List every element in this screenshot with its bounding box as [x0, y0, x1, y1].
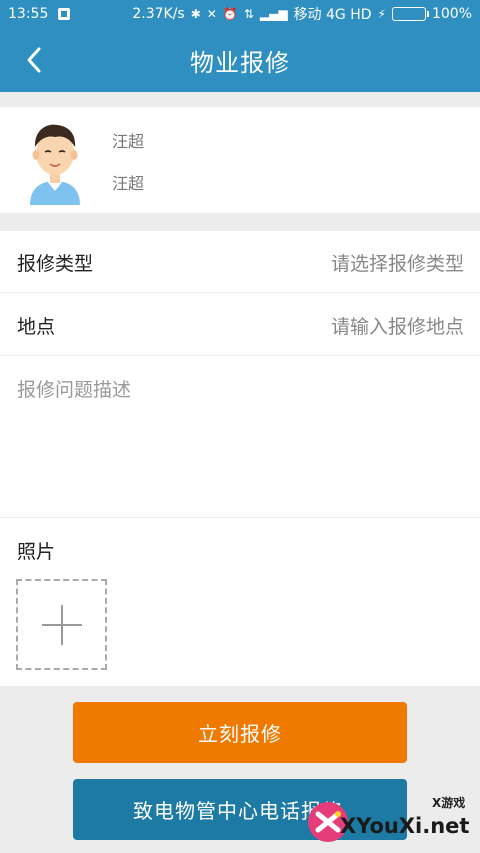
chevron-left-icon: [27, 47, 41, 73]
status-bar: 13:55 2.37K/s ✱ ✕ ⏰ ⇅ ▂▄▆ 移动 4G HD ⚡ 100…: [0, 0, 480, 28]
signal-icon: ▂▄▆: [259, 7, 288, 21]
location-row: 地点 请输入报修地点: [0, 294, 480, 356]
profile-card: [0, 107, 480, 213]
network-speed: 2.37K/s: [132, 6, 185, 22]
carrier-label: 移动 4G HD: [293, 7, 372, 23]
watermark-small: X游戏: [432, 796, 466, 810]
profile-subname: 汪超: [112, 174, 145, 193]
plus-icon: [41, 604, 82, 645]
location-label: 地点: [17, 316, 56, 338]
back-button[interactable]: [14, 40, 54, 80]
add-photo-button[interactable]: [16, 579, 107, 670]
repair-type-label: 报修类型: [17, 253, 94, 275]
watermark: X游戏 XYouXi.net: [304, 794, 476, 850]
battery-percent: 100%: [431, 6, 472, 22]
notification-icon: [58, 8, 70, 20]
title-bar: 物业报修: [0, 28, 480, 92]
repair-form: 报修类型 请选择报修类型 地点 请输入报修地点 报修问题描述 照片: [0, 231, 480, 686]
avatar: [30, 124, 80, 205]
page-title: 物业报修: [190, 48, 290, 77]
status-right: 2.37K/s ✱ ✕ ⏰ ⇅ ▂▄▆ 移动 4G HD ⚡ 100%: [132, 4, 472, 24]
submit-repair-button[interactable]: 立刻报修: [73, 702, 407, 763]
repair-type-row[interactable]: 报修类型 请选择报修类型: [0, 231, 480, 293]
status-time: 13:55: [8, 6, 49, 22]
location-input[interactable]: 请输入报修地点: [331, 312, 464, 339]
charging-icon: ⚡: [377, 7, 386, 21]
alarm-icon: ⏰: [222, 7, 238, 21]
watermark-text: XYouXi.net: [340, 814, 470, 838]
bluetooth-icon: ✱: [190, 7, 201, 21]
description-placeholder: 报修问题描述: [17, 379, 132, 401]
repair-type-select[interactable]: 请选择报修类型: [331, 249, 464, 276]
data-transfer-icon: ⇅: [243, 7, 254, 21]
description-field[interactable]: 报修问题描述: [0, 357, 480, 518]
photo-label: 照片: [17, 541, 56, 563]
profile-name: 汪超: [112, 132, 145, 151]
mute-icon: ✕: [206, 7, 217, 21]
battery-icon: [391, 7, 429, 21]
